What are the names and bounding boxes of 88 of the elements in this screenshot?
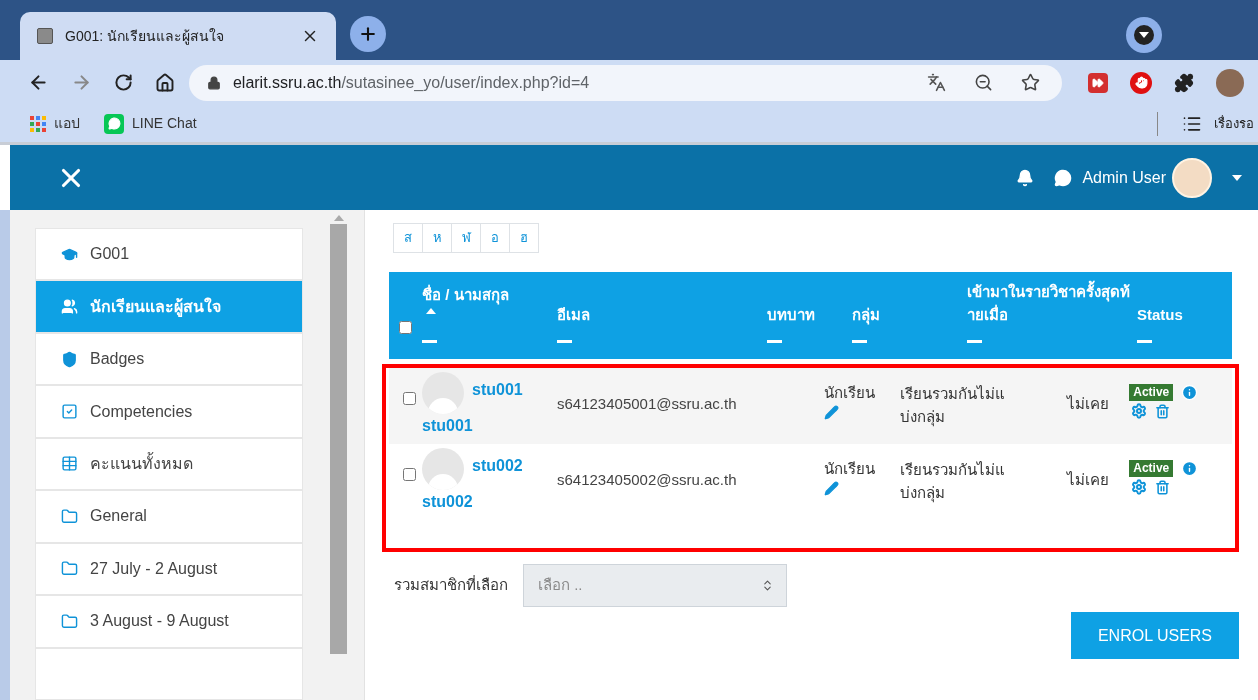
folder-icon bbox=[61, 507, 78, 525]
user-first-name-link[interactable]: stu001 bbox=[472, 378, 523, 402]
enrol-users-button[interactable]: ENROL USERS bbox=[1071, 612, 1239, 659]
row-checkbox[interactable] bbox=[403, 392, 416, 405]
user-avatar-icon[interactable] bbox=[1172, 157, 1212, 198]
table-icon bbox=[61, 455, 78, 473]
info-icon[interactable] bbox=[1181, 460, 1199, 477]
browser-tab[interactable]: G001: นักเรียนและผู้สนใจ bbox=[20, 12, 336, 60]
role-cell-text: นักเรียน bbox=[824, 383, 877, 403]
avatar-placeholder-icon bbox=[422, 448, 464, 490]
bookmark-link[interactable]: แอป bbox=[54, 113, 80, 134]
row-checkbox[interactable] bbox=[403, 468, 416, 481]
role-cell-text: นักเรียน bbox=[824, 459, 877, 479]
page-favicon-icon bbox=[37, 28, 53, 44]
sidebar-item[interactable]: คะแนนทั้งหมด bbox=[35, 437, 303, 491]
select-all-checkbox[interactable] bbox=[399, 321, 412, 334]
letter-filter-link[interactable]: อ bbox=[480, 223, 510, 253]
translate-icon[interactable] bbox=[927, 73, 947, 92]
column-header-link[interactable]: บทบาท bbox=[767, 303, 852, 326]
chat-bubble-icon bbox=[104, 113, 124, 134]
reload-icon[interactable] bbox=[113, 73, 133, 92]
fast-forward-icon[interactable] bbox=[1088, 72, 1109, 93]
avatar-placeholder-icon bbox=[422, 372, 464, 414]
chat-icon[interactable] bbox=[1054, 168, 1073, 187]
scrollbar-thumb[interactable] bbox=[330, 224, 347, 654]
sidebar-item[interactable]: 3 August - 9 August bbox=[35, 595, 303, 648]
sidebar-item[interactable]: Competencies bbox=[35, 385, 303, 438]
sidebar-item[interactable]: Badges bbox=[35, 332, 303, 386]
home-icon[interactable] bbox=[154, 72, 175, 93]
last-access-cell: ไม่เคย bbox=[1066, 471, 1109, 488]
shield-icon bbox=[61, 350, 78, 368]
email-cell: s64123405002@ssru.ac.th bbox=[557, 471, 737, 488]
settings-icon[interactable] bbox=[1131, 403, 1148, 419]
user-name[interactable]: Admin User bbox=[1082, 165, 1166, 190]
sidebar-item[interactable]: 27 July - 2 August bbox=[35, 542, 303, 596]
group-cell-text: เรียนรวมกันไม่แบ่งกลุ่ม bbox=[900, 384, 1007, 428]
column-header-link[interactable]: เข้ามาในรายวิชาครั้งสุดท้ายเมื่อ bbox=[967, 280, 1137, 326]
profile-avatar-icon[interactable] bbox=[1216, 68, 1245, 97]
letter-filter-link[interactable]: ฬ bbox=[451, 223, 481, 253]
bell-icon[interactable] bbox=[1016, 168, 1035, 187]
user-first-name-link[interactable]: stu002 bbox=[472, 454, 523, 478]
pencil-icon[interactable] bbox=[824, 480, 840, 496]
plus-icon bbox=[358, 24, 378, 44]
last-access-cell: ไม่เคย bbox=[1066, 395, 1109, 412]
sidebar-item[interactable]: General bbox=[35, 490, 303, 543]
bookmark-link[interactable]: LINE Chat bbox=[132, 113, 197, 134]
settings-icon[interactable] bbox=[1131, 479, 1148, 495]
status-badge: Active bbox=[1129, 384, 1174, 401]
stop-hand-icon[interactable] bbox=[1130, 71, 1153, 94]
column-header-link[interactable]: Status bbox=[1137, 303, 1232, 326]
url-text: elarit.ssru.ac.th/sutasinee_yo/user/index.php?id=4 bbox=[232, 72, 591, 93]
folder-icon bbox=[61, 560, 78, 578]
info-icon[interactable] bbox=[1181, 384, 1199, 401]
back-icon[interactable] bbox=[28, 72, 49, 93]
group-cell-text: เรียนรวมกันไม่แบ่งกลุ่ม bbox=[900, 460, 1007, 504]
bulk-action-select[interactable]: เลือก .. bbox=[523, 564, 787, 607]
select-arrows-icon bbox=[761, 579, 774, 592]
apps-grid-icon bbox=[30, 115, 46, 132]
tab-search-button[interactable] bbox=[1126, 17, 1162, 53]
puzzle-icon[interactable] bbox=[1174, 72, 1195, 93]
users-icon bbox=[61, 298, 78, 316]
star-icon[interactable] bbox=[1021, 73, 1041, 92]
bulk-action-label: รวมสมาชิกที่เลือก bbox=[394, 574, 508, 596]
tab-title: G001: นักเรียนและผู้สนใจ bbox=[65, 26, 226, 47]
pencil-icon[interactable] bbox=[824, 404, 840, 420]
trash-icon[interactable] bbox=[1155, 403, 1171, 419]
user-last-name-link[interactable]: stu001 bbox=[422, 414, 557, 444]
letter-filter-link[interactable]: ห bbox=[422, 223, 452, 253]
column-header-link[interactable]: ชื่อ / นามสกุล bbox=[422, 283, 557, 306]
reading-list-label[interactable]: เรื่องรอ bbox=[1214, 113, 1254, 134]
letter-filter-link[interactable]: ส bbox=[393, 223, 423, 253]
address-bar[interactable]: elarit.ssru.ac.th/sutasinee_yo/user/index.php?id=4 bbox=[188, 64, 1063, 101]
checkbox-icon bbox=[61, 403, 78, 421]
trash-icon[interactable] bbox=[1155, 479, 1171, 495]
sidebar-item[interactable]: G001 bbox=[35, 228, 303, 281]
forward-icon[interactable] bbox=[71, 72, 92, 93]
column-header-link[interactable]: กลุ่ม bbox=[852, 303, 967, 326]
new-tab-button[interactable] bbox=[350, 16, 386, 52]
folder-icon bbox=[61, 612, 78, 630]
zoom-out-icon[interactable] bbox=[974, 73, 994, 92]
letter-filter-link[interactable]: ฮ bbox=[509, 223, 539, 253]
sidebar-item[interactable]: นักเรียนและผู้สนใจ bbox=[35, 280, 303, 333]
column-header-link[interactable]: อีเมล bbox=[557, 303, 767, 326]
user-last-name-link[interactable]: stu002 bbox=[422, 490, 557, 520]
lock-icon bbox=[206, 75, 221, 90]
caret-icon[interactable] bbox=[1232, 174, 1242, 181]
status-badge: Active bbox=[1129, 460, 1174, 477]
email-cell: s64123405001@ssru.ac.th bbox=[557, 395, 737, 412]
